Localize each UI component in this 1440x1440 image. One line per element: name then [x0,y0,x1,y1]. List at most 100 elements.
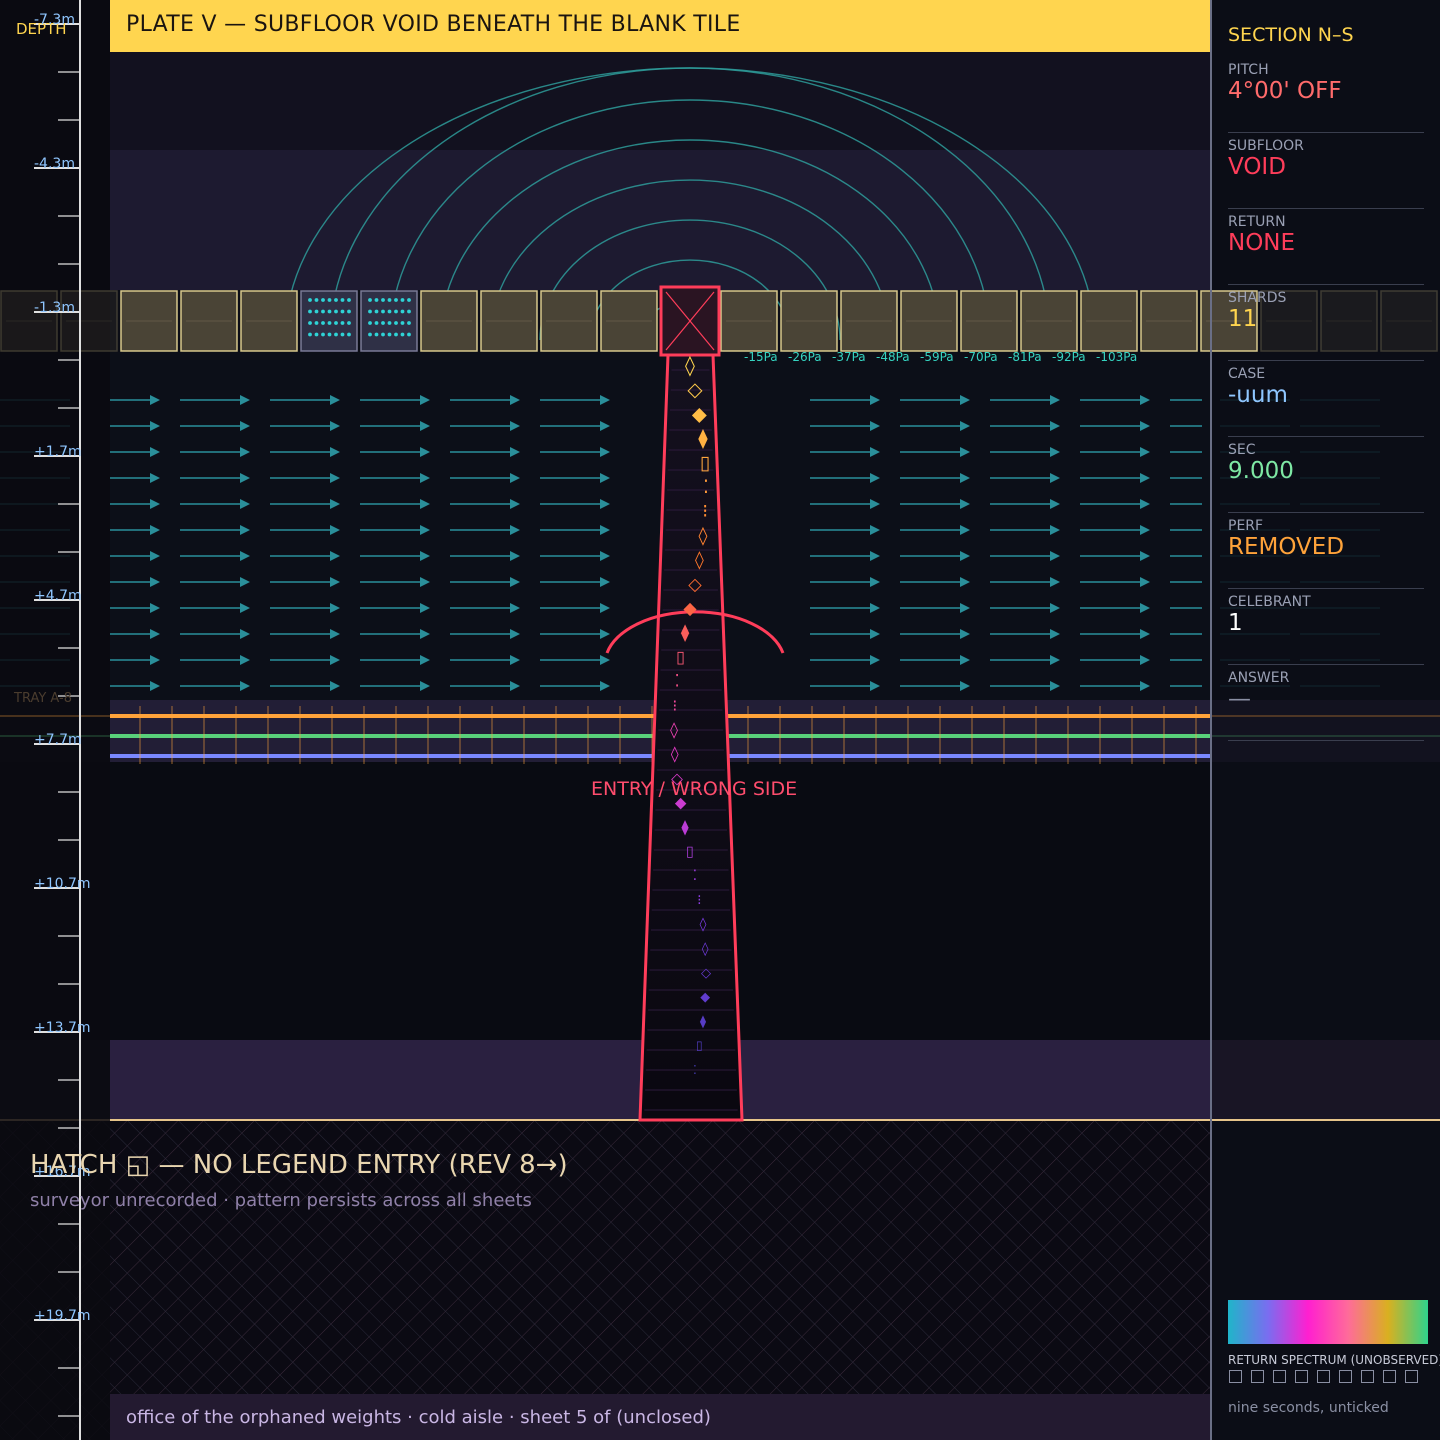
perforation-dot [407,321,411,325]
falling-shard: ◆ [683,599,697,619]
spectrum-checkbox[interactable] [1273,1370,1286,1383]
stat-value: NONE [1228,230,1296,256]
falling-shard: ◊ [671,745,679,763]
spectrum-checkbox[interactable] [1295,1370,1308,1383]
falling-shard: ⁝ [672,696,677,715]
perforation-dot [314,298,319,302]
stat-key: SHARDS [1228,290,1287,306]
falling-shard: ◆ [692,402,707,425]
stat-value: VOID [1228,154,1286,180]
perforation-dot [308,321,312,325]
spectrum-checkbox[interactable] [1317,1370,1330,1383]
perforation-dot [321,321,325,325]
return-spectrum-label: RETURN SPECTRUM (UNOBSERVED) [1228,1353,1440,1367]
stat-pitch: PITCH 4°00' OFF [1228,62,1424,133]
perforation-dot [334,321,338,325]
falling-shard: ◇ [701,966,712,981]
depth-label: +19.7m [34,1308,91,1324]
perforation-dot [347,298,351,302]
stat-shards: SHARDS 11 [1228,290,1424,361]
depth-label: -7.3m [34,12,75,28]
perforation-dot [368,332,372,337]
depth-gutter [0,0,110,1440]
falling-shard: ⁚ [693,868,698,884]
spectrum-checkbox[interactable] [1405,1370,1418,1383]
stat-answer: ANSWER — [1228,670,1424,741]
perforation-dot [327,332,332,337]
stat-subfloor: SUBFLOOR VOID [1228,138,1424,209]
perforation-dot [400,298,405,302]
perforation-dot [394,298,398,302]
perforation-dot [334,309,338,314]
perforation-dot [368,321,372,325]
falling-shard: ◊ [698,525,707,546]
perforation-dot [381,298,385,302]
falling-shard: ⁚ [674,672,679,691]
depth-label: +10.7m [34,876,91,892]
stat-perf: PERF REMOVED [1228,518,1424,589]
stat-key: PERF [1228,518,1264,534]
stat-return: RETURN NONE [1228,214,1424,285]
spectrum-checkbox[interactable] [1229,1370,1242,1383]
stat-key: PITCH [1228,62,1269,78]
stat-case: CASE -uum [1228,366,1424,437]
falling-shard: ◊ [670,720,678,739]
perforation-dot [374,332,379,337]
falling-shard: ⧫ [681,819,689,836]
perforation-dot [308,298,312,302]
entry-annotation: ENTRY / WRONG SIDE [591,778,798,800]
spectrum-note: nine seconds, unticked [1228,1400,1389,1416]
falling-shard: ▯ [696,1039,703,1053]
stat-key: SEC [1228,442,1256,458]
depth-label: +4.7m [34,588,82,604]
perforation-dot [347,332,351,337]
falling-shard: ⧫ [700,1013,707,1028]
perforation-dot [308,309,312,314]
perforation-dot [321,332,325,337]
pressure-label: -37Pa [832,350,866,364]
stat-key: RETURN [1228,214,1286,230]
perforation-dot [400,309,405,314]
pressure-label: -15Pa [744,350,778,364]
stat-key: CELEBRANT [1228,594,1311,610]
falling-shard: ◊ [702,942,709,957]
stat-celebrant: CELEBRANT 1 [1228,594,1424,665]
stat-value: 9.000 [1228,458,1294,484]
spectrum-checkbox[interactable] [1251,1370,1264,1383]
falling-shard: ⁚ [693,1063,697,1077]
perforation-dot [374,321,379,325]
falling-shard: ⧫ [698,427,708,450]
perforation-dot [381,309,385,314]
stat-sec: SEC 9.000 [1228,442,1424,513]
stat-value: REMOVED [1228,534,1345,560]
perforation-dot [327,321,332,325]
perforation-dot [381,321,385,325]
stat-value: -uum [1228,382,1288,408]
pressure-label: -26Pa [788,350,822,364]
sheet-footer: office of the orphaned weights · cold ai… [110,1394,1210,1440]
perforation-dot [314,309,319,314]
perforation-dot [347,321,351,325]
pressure-label: -59Pa [920,350,954,364]
plate-canvas: ◊ ◇ ◆ ⧫ ▯ ⁚ ⁝ ◊ ◊ ◇ ◆ ⧫ ▯ ⁚ ⁝ ◊ ◊ ◇ ◆ ⧫ ▯ ⁚ ⁝ ◊ ◊ ◇ ◆ ⧫ ▯ ⁚ PLATE V —… [0,0,1440,1440]
perforation-dot [387,321,392,325]
falling-shard: ◆ [700,990,710,1005]
spectrum-checkbox[interactable] [1361,1370,1374,1383]
falling-shard: ▯ [686,844,694,860]
pressure-label: -81Pa [1008,350,1042,364]
hatch-legend-title: HATCH ◱ — NO LEGEND ENTRY (REV 8→) [30,1150,568,1180]
stat-key: SUBFLOOR [1228,138,1304,154]
perforation-dot [400,321,405,325]
falling-shard: ◇ [688,575,702,595]
perforation-dot [321,309,325,314]
spectrum-checkbox[interactable] [1383,1370,1396,1383]
stat-value: 11 [1228,306,1258,332]
perforation-dot [374,298,379,302]
perforation-dot [374,309,379,314]
perforation-dot [308,332,312,337]
spectrum-checkbox[interactable] [1339,1370,1352,1383]
depth-label: +1.7m [34,444,82,460]
stat-value: — [1228,686,1251,712]
perforation-dot [387,332,392,337]
falling-shard: ▯ [700,452,710,474]
